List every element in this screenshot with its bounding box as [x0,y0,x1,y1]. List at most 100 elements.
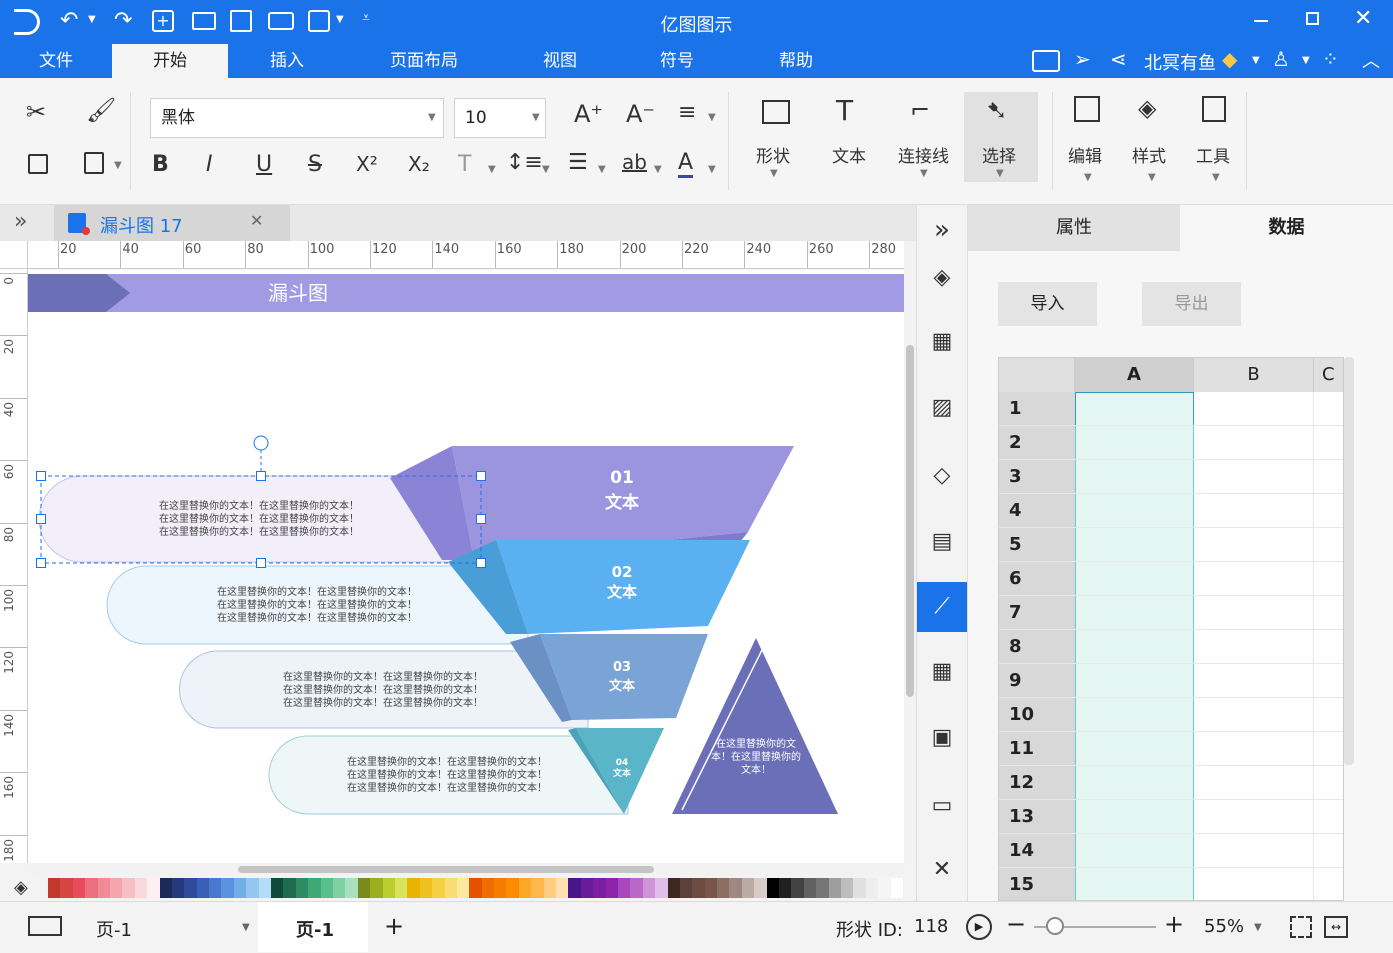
color-swatch[interactable] [667,878,680,898]
funnel-label-3[interactable]: 03 文本 [582,660,662,694]
horizontal-scroll-thumb[interactable] [238,866,654,873]
format-painter-icon[interactable]: 🖌 [86,96,116,124]
resize-handle-sw[interactable] [36,558,46,568]
style-bucket-icon[interactable]: ◈ [1138,94,1156,122]
color-swatch[interactable] [593,878,606,898]
row-header[interactable]: 14 [999,834,1075,868]
capsule-text-2[interactable]: 在这里替换你的文本！在这里替换你的文本！ 在这里替换你的文本！在这里替换你的文本… [202,586,432,625]
dropdown-icon[interactable]: ▼ [242,922,250,933]
dropdown-icon[interactable]: ▼ [1212,172,1220,183]
horizontal-scrollbar[interactable] [28,863,904,875]
column-header-c[interactable]: C [1314,358,1343,392]
fit-width-icon[interactable]: ↔ [1324,916,1348,938]
font-color-icon[interactable]: A [678,150,694,178]
minimize-icon[interactable] [1254,20,1268,22]
tools-icon[interactable] [1202,96,1226,122]
layers-icon[interactable]: ◇ [917,451,967,501]
color-swatch[interactable] [308,878,321,898]
color-swatch[interactable] [469,878,482,898]
dropdown-icon[interactable]: ▼ [708,164,716,175]
tab-view[interactable]: 视图 [502,44,618,78]
color-swatch[interactable] [828,878,841,898]
capsule-text-1[interactable]: 在这里替换你的文本！在这里替换你的文本！ 在这里替换你的文本！在这里替换你的文本… [144,500,374,539]
color-swatch[interactable] [481,878,495,898]
resize-handle-n[interactable] [256,471,266,481]
color-swatch[interactable] [556,878,569,898]
page-icon[interactable]: ▤ [917,517,967,567]
color-swatch[interactable] [630,878,643,898]
color-swatch[interactable] [419,878,433,898]
tab-properties[interactable]: 属性 [968,205,1180,251]
vertical-scroll-thumb[interactable] [906,345,914,697]
chart-icon[interactable]: ⟋ [917,582,967,632]
list-icon[interactable]: ☰ [568,150,588,175]
row-header[interactable]: 8 [999,630,1075,664]
page-tab-label[interactable]: 页-1 [296,916,334,942]
dropdown-icon[interactable]: ▼ [996,168,1004,179]
row-header[interactable]: 12 [999,766,1075,800]
color-swatch[interactable] [655,878,668,898]
color-swatch[interactable] [841,878,854,898]
color-swatch[interactable] [878,878,891,898]
rotate-handle[interactable] [253,435,269,451]
color-swatch[interactable] [85,878,98,898]
row-header[interactable]: 15 [999,868,1075,900]
header-title[interactable]: 漏斗图 [268,281,328,305]
color-swatch[interactable] [754,878,767,898]
fill-bucket-icon[interactable]: ◈ [14,877,28,898]
dropdown-icon[interactable]: ▼ [1302,55,1310,66]
tab-page-layout[interactable]: 页面布局 [346,44,502,78]
resize-handle-se[interactable] [476,558,486,568]
resize-handle-e[interactable] [476,514,486,524]
zoom-in-icon[interactable]: + [1164,910,1184,938]
active-cell[interactable] [1075,392,1194,426]
panel-scrollbar[interactable] [1344,357,1354,765]
row-header[interactable]: 5 [999,528,1075,562]
dropdown-icon[interactable]: ▼ [542,164,550,175]
font-name-select[interactable]: 黑体 [150,98,444,138]
color-swatch[interactable] [741,878,755,898]
dropdown-icon[interactable]: ▼ [654,164,662,175]
color-swatch[interactable] [865,878,879,898]
page-select[interactable]: 页-1 [96,916,132,942]
theme-shirt-icon[interactable]: ♙ [1272,47,1290,71]
close-icon[interactable]: ✕ [1354,6,1372,31]
row-header[interactable]: 3 [999,460,1075,494]
data-grid[interactable]: A B C 1 2 3 4 5 6 7 8 9 10 11 12 13 14 15 [998,357,1344,901]
color-swatch[interactable] [679,878,693,898]
shuffle-icon[interactable]: ✕ [917,845,967,895]
grid-icon[interactable]: ▦ [917,317,967,367]
zoom-slider-thumb[interactable] [1046,917,1064,935]
bold-icon[interactable]: B [152,152,169,177]
color-swatch[interactable] [617,878,631,898]
color-swatch[interactable] [890,878,903,898]
color-swatch[interactable] [48,878,61,898]
color-swatch[interactable] [97,878,110,898]
dropdown-icon[interactable]: ▼ [428,112,436,123]
color-swatch[interactable] [494,878,507,898]
color-swatch[interactable] [853,878,866,898]
capsule-text-3[interactable]: 在这里替换你的文本！在这里替换你的文本！ 在这里替换你的文本！在这里替换你的文本… [268,671,498,710]
color-swatch[interactable] [803,878,817,898]
row-header[interactable]: 7 [999,596,1075,630]
text-button[interactable]: 文本 [832,142,866,167]
color-swatch[interactable] [791,878,804,898]
color-swatch[interactable] [159,878,172,898]
color-swatch[interactable] [642,878,656,898]
import-button[interactable]: 导入 [998,282,1097,326]
tab-home[interactable]: 开始 [112,44,228,78]
user-name[interactable]: 北冥有鱼 [1144,49,1216,75]
text-tool-icon[interactable]: T [836,94,853,127]
color-swatch[interactable] [370,878,383,898]
row-header[interactable]: 9 [999,664,1075,698]
zoom-out-icon[interactable]: − [1006,910,1026,938]
resize-handle-ne[interactable] [476,471,486,481]
superscript-icon[interactable]: X² [356,152,378,176]
row-header[interactable]: 13 [999,800,1075,834]
color-swatch[interactable] [246,878,259,898]
color-swatch[interactable] [779,878,792,898]
color-swatch[interactable] [271,878,284,898]
tab-insert[interactable]: 插入 [228,44,346,78]
funnel-label-1[interactable]: 01 文本 [582,468,662,513]
color-swatch[interactable] [295,878,309,898]
